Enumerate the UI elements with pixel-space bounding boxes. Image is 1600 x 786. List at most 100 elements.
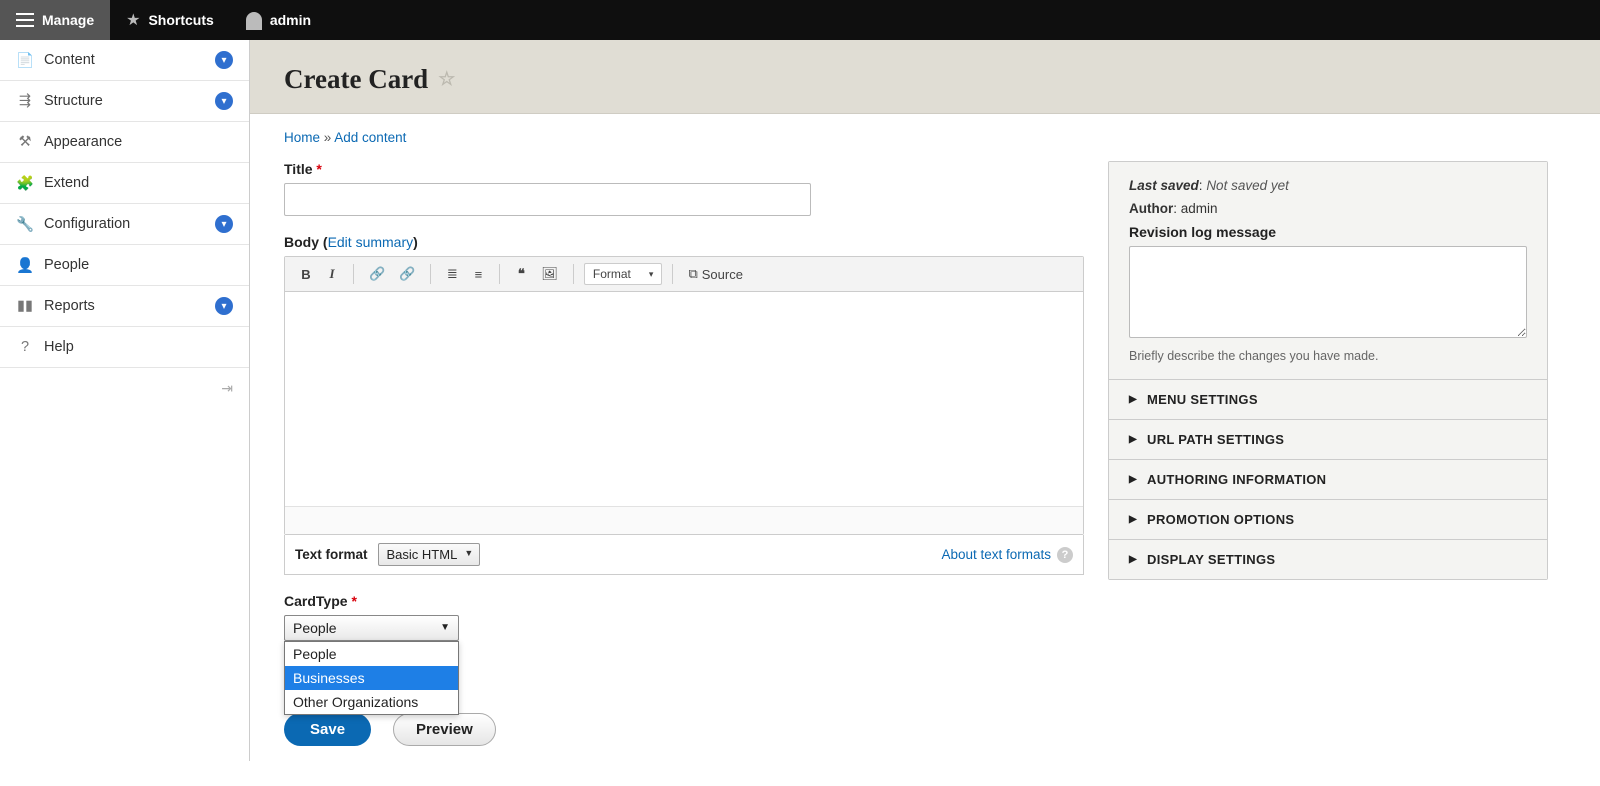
accordion-label: MENU SETTINGS — [1147, 392, 1258, 407]
chevron-down-icon: ▾ — [215, 215, 233, 233]
toolbar-sep — [672, 264, 673, 284]
person-icon: 👤 — [16, 256, 34, 274]
image-button[interactable]: 🖼 — [536, 263, 563, 285]
hamburger-icon — [16, 13, 34, 27]
triangle-right-icon: ▶ — [1129, 434, 1137, 445]
cardtype-selected-value: People — [293, 620, 337, 636]
preview-button[interactable]: Preview — [393, 713, 496, 746]
collapse-icon: ⇥ — [221, 380, 233, 397]
sidebar-item-content[interactable]: 📄Content▾ — [0, 40, 249, 81]
admin-toolbar: Manage ★ Shortcuts admin — [0, 0, 1600, 40]
page-header: Create Card ☆ — [250, 40, 1600, 114]
accordion-label: AUTHORING INFORMATION — [1147, 472, 1326, 487]
sidebar-item-label: Reports — [44, 298, 95, 314]
toolbar-user-label: admin — [270, 12, 311, 28]
editor-content-area[interactable] — [285, 292, 1083, 506]
toolbar-sep — [430, 264, 431, 284]
sidebar-item-configuration[interactable]: 🔧Configuration▾ — [0, 204, 249, 245]
triangle-right-icon: ▶ — [1129, 474, 1137, 485]
cardtype-option[interactable]: Other Organizations — [285, 690, 458, 714]
file-icon: 📄 — [16, 51, 34, 69]
sidebar-item-help[interactable]: ?Help — [0, 327, 249, 368]
toolbar-manage[interactable]: Manage — [0, 0, 110, 40]
toolbar-user[interactable]: admin — [230, 0, 327, 40]
chevron-down-icon: ▾ — [215, 51, 233, 69]
accordion-url-path-settings[interactable]: ▶ URL PATH SETTINGS — [1109, 419, 1547, 459]
cardtype-dropdown-list: PeopleBusinessesOther Organizations — [284, 641, 459, 715]
last-saved-label: Last saved — [1129, 178, 1199, 193]
question-icon: ? — [16, 338, 34, 356]
about-text-formats-link[interactable]: About text formats — [941, 547, 1051, 562]
sidebar-item-label: People — [44, 257, 89, 273]
body-label: Body (Edit summary) — [284, 234, 1084, 250]
cardtype-label: CardType * — [284, 593, 1084, 609]
cardtype-option[interactable]: Businesses — [285, 666, 458, 690]
sidebar-item-label: Configuration — [44, 216, 130, 232]
text-format-value: Basic HTML — [387, 547, 458, 562]
bars-icon: ▮▮ — [16, 297, 34, 315]
chevron-down-icon: ▾ — [215, 297, 233, 315]
toolbar-sep — [573, 264, 574, 284]
toolbar-shortcuts-label: Shortcuts — [148, 12, 213, 28]
format-dropdown[interactable]: Format ▾ — [584, 263, 663, 285]
author-label: Author — [1129, 201, 1173, 216]
source-label: Source — [702, 267, 743, 282]
edit-summary-link[interactable]: Edit summary — [328, 234, 414, 250]
editor-footer — [285, 506, 1083, 534]
cardtype-select[interactable]: People — [284, 615, 459, 641]
text-format-select[interactable]: Basic HTML — [378, 543, 481, 566]
revision-log-label: Revision log message — [1129, 224, 1527, 240]
sidebar-item-appearance[interactable]: ⚒ Appearance — [0, 122, 249, 163]
accordion-display-settings[interactable]: ▶DISPLAY SETTINGS — [1109, 539, 1547, 579]
breadcrumb-home[interactable]: Home — [284, 130, 320, 145]
text-format-label: Text format — [295, 547, 368, 562]
link-button[interactable]: 🔗 — [364, 263, 390, 285]
breadcrumb: Home » Add content — [250, 114, 1600, 145]
number-list-button[interactable]: ≡ — [467, 264, 489, 285]
form-column: Title * Body (Edit summary) B I 🔗 🔗 — [284, 161, 1084, 746]
sidebar-item-extend[interactable]: 🧩Extend — [0, 163, 249, 204]
text-format-row: Text format Basic HTML About text format… — [284, 535, 1084, 575]
sidebar-item-label: Appearance — [44, 134, 122, 150]
cardtype-option[interactable]: People — [285, 642, 458, 666]
sidebar-item-reports[interactable]: ▮▮ Reports ▾ — [0, 286, 249, 327]
source-button[interactable]: ⧉ Source — [683, 263, 748, 285]
sidebar-collapse[interactable]: ⇥ — [0, 368, 249, 409]
hierarchy-icon: ⇶ — [16, 92, 34, 110]
save-button[interactable]: Save — [284, 713, 371, 746]
toolbar-sep — [499, 264, 500, 284]
accordion-label: URL PATH SETTINGS — [1147, 432, 1284, 447]
source-icon: ⧉ — [688, 266, 697, 282]
favorite-star-icon[interactable]: ☆ — [438, 68, 455, 91]
title-input[interactable] — [284, 183, 811, 216]
italic-button[interactable]: I — [321, 263, 343, 285]
sidebar-item-structure[interactable]: ⇶Structure▾ — [0, 81, 249, 122]
main-region: Create Card ☆ Home » Add content Title *… — [250, 40, 1600, 786]
bold-button[interactable]: B — [295, 264, 317, 285]
body-field: Body (Edit summary) B I 🔗 🔗 ≣ ≡ ❝ — [284, 234, 1084, 575]
accordion-promotion-options[interactable]: ▶PROMOTION OPTIONS — [1109, 499, 1547, 539]
gavel-icon: ⚒ — [16, 133, 34, 151]
unlink-button[interactable]: 🔗 — [394, 263, 420, 285]
chevron-down-icon: ▾ — [215, 92, 233, 110]
bullet-list-button[interactable]: ≣ — [441, 263, 463, 285]
sidebar-item-label: Extend — [44, 175, 89, 191]
accordion-label: DISPLAY SETTINGS — [1147, 552, 1275, 567]
admin-sidebar: 📄Content▾⇶Structure▾⚒Appearance🧩Extend🔧C… — [0, 40, 250, 761]
triangle-right-icon: ▶ — [1129, 394, 1137, 405]
title-label: Title * — [284, 161, 1084, 177]
sidebar-item-people[interactable]: 👤 People — [0, 245, 249, 286]
help-icon[interactable]: ? — [1057, 547, 1073, 563]
breadcrumb-add-content[interactable]: Add content — [334, 130, 406, 145]
toolbar-shortcuts[interactable]: ★ Shortcuts — [110, 0, 230, 40]
user-icon — [246, 12, 262, 28]
toolbar-sep — [353, 264, 354, 284]
accordion-authoring-information[interactable]: ▶ AUTHORING INFORMATION — [1109, 459, 1547, 499]
revision-log-textarea[interactable] — [1129, 246, 1527, 338]
revision-log-hint: Briefly describe the changes you have ma… — [1129, 349, 1527, 363]
star-icon: ★ — [126, 10, 140, 30]
meta-sidebar: Last saved: Not saved yet Author: admin … — [1108, 161, 1548, 580]
cardtype-field: CardType * People PeopleBusinessesOther … — [284, 593, 1084, 641]
accordion-menu-settings[interactable]: ▶ MENU SETTINGS — [1109, 380, 1547, 419]
blockquote-button[interactable]: ❝ — [510, 263, 532, 285]
